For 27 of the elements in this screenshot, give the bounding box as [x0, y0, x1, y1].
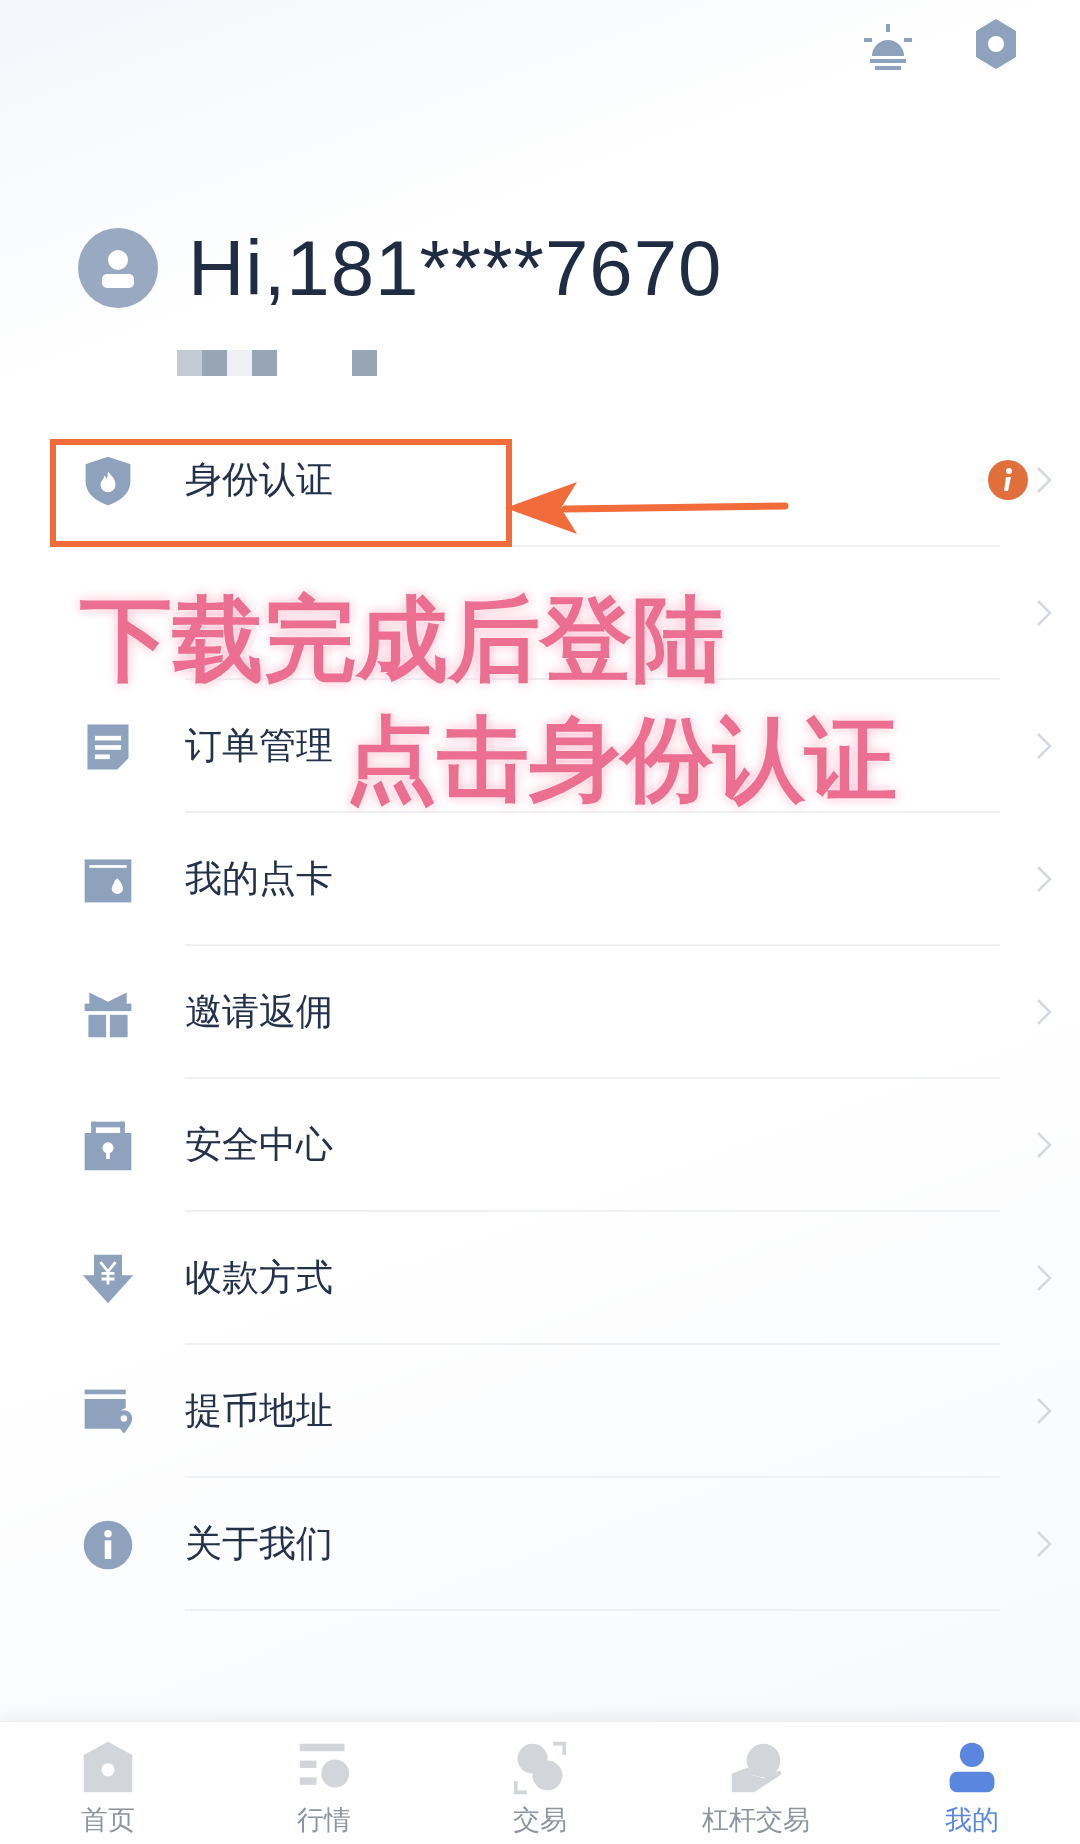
chevron-icon[interactable]	[1036, 731, 1052, 760]
chevron-icon[interactable]	[1036, 598, 1052, 627]
tab[interactable]: 首页	[18, 1722, 198, 1844]
chevron-icon[interactable]	[1036, 1130, 1052, 1159]
annotation-caption: 点击身份认证	[345, 704, 897, 815]
tab[interactable]: 行情	[234, 1722, 414, 1844]
menu-label: 收款方式	[185, 1254, 333, 1301]
menu-label: 提币地址	[185, 1387, 333, 1434]
chevron-icon[interactable]	[1036, 1263, 1052, 1292]
exchange-icon	[512, 1740, 568, 1796]
menu-label: 关于我们	[185, 1520, 333, 1567]
tab[interactable]: 杠杆交易	[666, 1722, 846, 1844]
tab[interactable]: 交易	[450, 1722, 630, 1844]
greeting: Hi,181****7670	[188, 229, 723, 307]
chevron-icon[interactable]	[1036, 864, 1052, 893]
chevron-icon[interactable]	[1036, 997, 1052, 1026]
menu-label: 订单管理	[185, 722, 333, 769]
tab[interactable]: 我的	[882, 1722, 1062, 1844]
menu-label: 我的点卡	[185, 855, 333, 902]
chevron-icon[interactable]	[1036, 1396, 1052, 1425]
annotation-caption: 下载完成后登陆	[80, 585, 724, 695]
menu-label: 身份认证	[185, 456, 333, 503]
chevron-icon[interactable]	[1036, 465, 1052, 494]
chevron-icon[interactable]	[1036, 1529, 1052, 1558]
menu-label: 邀请返佣	[185, 988, 333, 1035]
avatar-icon	[78, 228, 158, 308]
menu-label: 安全中心	[185, 1121, 333, 1168]
